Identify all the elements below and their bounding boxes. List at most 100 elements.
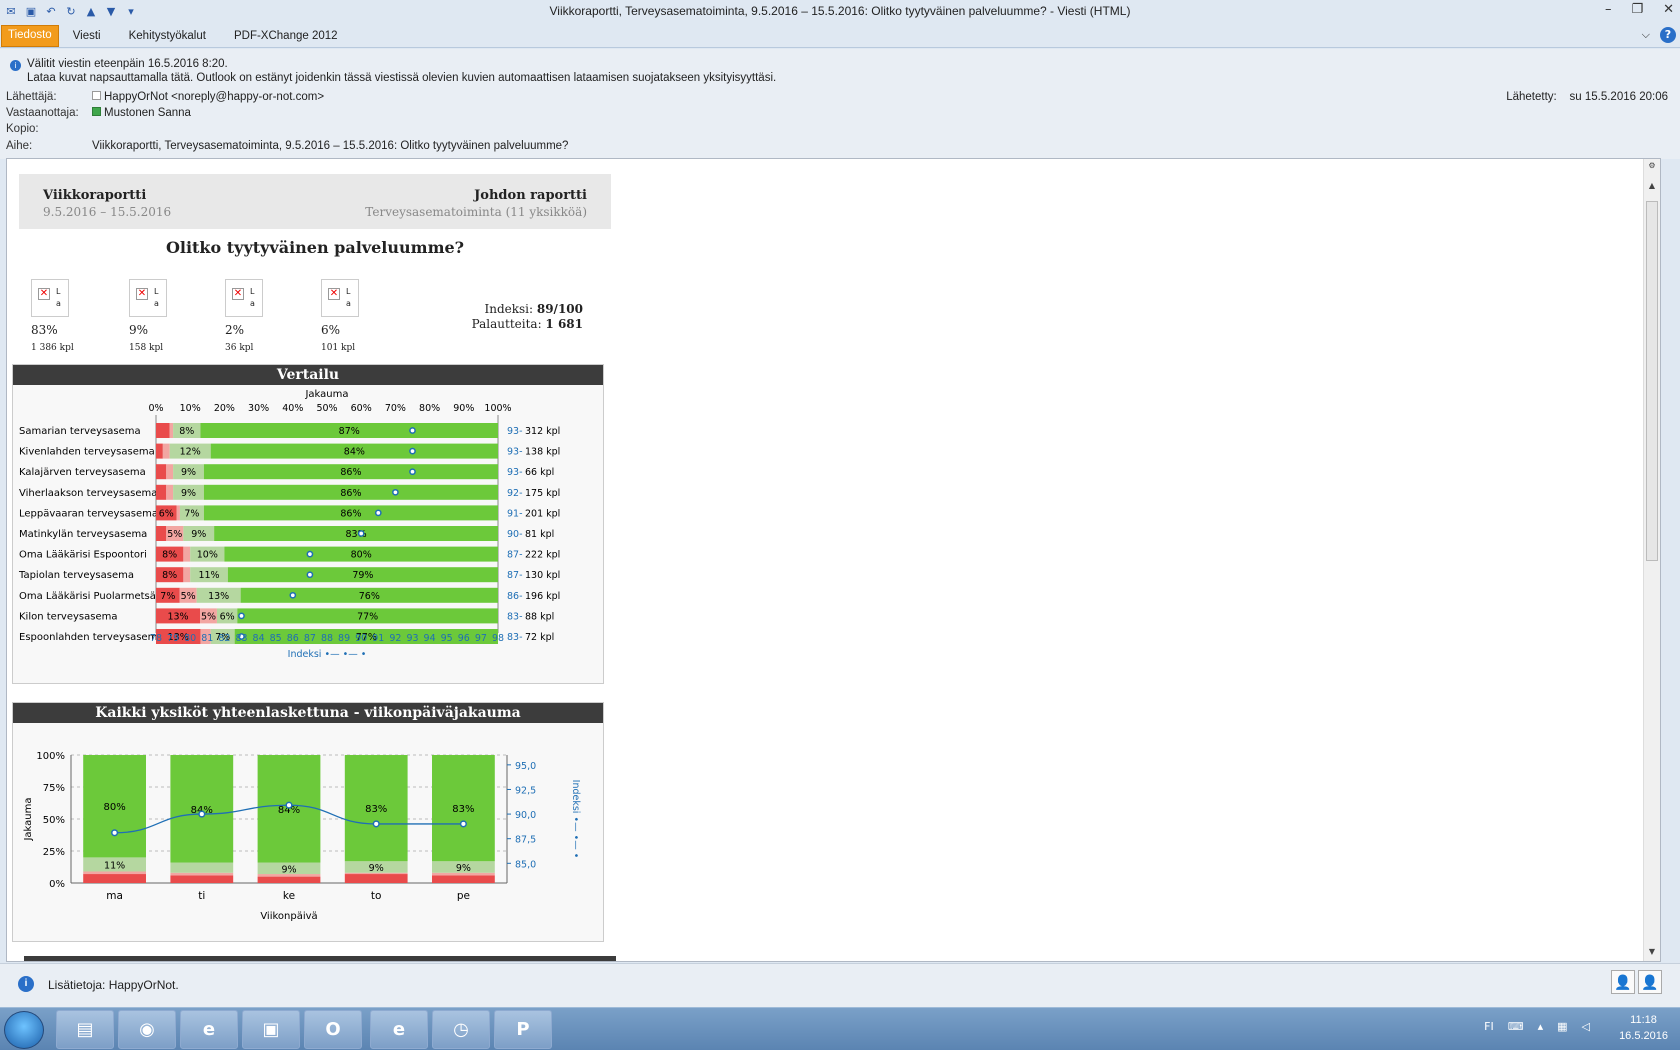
powerpoint-icon[interactable]: P — [494, 1010, 552, 1049]
sent-date: Lähetetty: su 15.5.2016 20:06 — [1506, 91, 1668, 103]
subject-value: Viikkoraportti, Terveysasematoiminta, 9.… — [92, 140, 569, 152]
broken-image-icon[interactable]: ✕ La — [129, 279, 167, 317]
data-label: 10% — [197, 550, 218, 561]
smiley-very-happy: ✕ La 83% 1 386 kpl — [31, 279, 74, 353]
data-label: 5% — [201, 611, 216, 622]
broken-image-icon[interactable]: ✕ La — [321, 279, 359, 317]
data-label: 9% — [181, 467, 196, 478]
count-label: 66 kpl — [525, 467, 554, 478]
y2-tick-label: 92,5 — [515, 785, 536, 796]
comparison-chart: Jakauma 0% 10% 20% 30% 40% 50% 60% 70% 80% 90% 100%… — [18, 389, 560, 660]
section-title: Vertailu — [13, 365, 603, 385]
index-point — [372, 820, 380, 828]
data-label: 86% — [340, 467, 361, 478]
column-segment-light — [170, 862, 234, 873]
info-bar[interactable]: i Välitit viestin eteenpäin 16.5.2016 8:2… — [10, 57, 776, 85]
y-tick-label: 25% — [43, 847, 65, 858]
tab-pdf-xchange[interactable]: PDF-XChange 2012 — [220, 27, 352, 47]
x-tick-label: 70% — [385, 403, 406, 414]
row-label: Kilon terveysasema — [19, 611, 118, 622]
keyboard-icon[interactable]: ⌨ — [1508, 1020, 1524, 1033]
column-segment-red — [344, 874, 408, 883]
row-label: Tapiolan terveysasema — [18, 570, 134, 581]
data-label: 80% — [103, 802, 125, 813]
column-segment-red — [83, 874, 146, 883]
to-label: Vastaanottaja: — [6, 107, 79, 119]
data-label: 80% — [351, 550, 372, 561]
close-button[interactable]: ✕ — [1663, 2, 1674, 17]
internet-explorer-icon[interactable]: e — [180, 1010, 238, 1049]
show-hidden-icons-icon[interactable]: ▴ — [1538, 1020, 1544, 1033]
row-label: Oma Lääkärisi Espoontori — [19, 550, 147, 561]
count-label: 222 kpl — [525, 550, 560, 561]
x-tick-label: pe — [457, 890, 470, 902]
index-value: 93- — [507, 426, 523, 437]
data-label: 9% — [369, 863, 384, 874]
language-indicator[interactable]: FI — [1484, 1020, 1494, 1033]
bar-segment-pink — [162, 443, 170, 459]
data-label: 87% — [339, 426, 360, 437]
bar-segment-pink — [169, 423, 174, 438]
download-images-notice[interactable]: Lataa kuvat napsauttamalla tätä. Outlook… — [10, 71, 776, 85]
data-label: 84% — [344, 447, 365, 458]
ribbon-collapse-icon[interactable]: ⌵ — [1642, 28, 1650, 42]
explorer-icon[interactable]: ▤ — [56, 1010, 114, 1049]
data-label: 13% — [167, 611, 188, 622]
weekday-section: Kaikki yksiköt yhteenlaskettuna - viikon… — [12, 702, 604, 942]
message-body[interactable]: Viikkoraportti 9.5.2016 – 15.5.2016 Johd… — [6, 158, 1661, 962]
vertical-scrollbar[interactable]: ⚙ ▲ ▼ — [1643, 159, 1660, 961]
contact-avatar-icon[interactable]: 👤 — [1638, 970, 1662, 994]
message-header: i Välitit viestin eteenpäin 16.5.2016 8:2… — [0, 49, 1680, 159]
app-icon[interactable]: ▣ — [242, 1010, 300, 1049]
network-icon[interactable]: ▦ — [1557, 1020, 1567, 1033]
count-label: 201 kpl — [525, 508, 560, 519]
scroll-up-icon[interactable]: ▲ — [1646, 181, 1658, 193]
tab-developer[interactable]: Kehitystyökalut — [115, 27, 220, 47]
data-label: 6% — [159, 508, 174, 519]
broken-image-icon[interactable]: ✕ La — [225, 279, 263, 317]
y2-tick-label: 95,0 — [515, 761, 536, 772]
data-label: 5% — [181, 591, 196, 602]
data-label: 8% — [179, 426, 194, 437]
report-scope: Terveysasematoiminta (11 yksikköä) — [365, 205, 587, 219]
volume-muted-icon[interactable]: ◁ — [1582, 1020, 1590, 1033]
scroll-down-icon[interactable]: ▼ — [1646, 947, 1658, 959]
chrome-icon[interactable]: ◉ — [118, 1010, 176, 1049]
clock[interactable]: 11:18 16.5.2016 — [1619, 1012, 1668, 1044]
count-label: 138 kpl — [525, 447, 560, 458]
index-point — [198, 810, 206, 818]
tab-message[interactable]: Viesti — [59, 27, 115, 47]
scroll-settings-icon[interactable]: ⚙ — [1646, 161, 1658, 173]
row-label: Matinkylän terveysasema — [19, 529, 147, 540]
help-icon[interactable]: ? — [1660, 27, 1676, 43]
start-button[interactable] — [4, 1011, 44, 1049]
minimize-button[interactable]: – — [1605, 2, 1612, 17]
people-info[interactable]: Lisätietoja: HappyOrNot. — [48, 978, 179, 992]
data-label: 11% — [104, 860, 125, 871]
row-label: Espoonlahden terveysasema — [19, 632, 163, 643]
people-pane-bar: i Lisätietoja: HappyOrNot. 👤 👤 — [0, 963, 1680, 1007]
app-e-icon[interactable]: e — [370, 1010, 428, 1049]
x-axis-title: Viikonpäivä — [260, 911, 317, 922]
index-value: 87- — [507, 570, 523, 581]
clock-icon[interactable]: ◷ — [432, 1010, 490, 1049]
smiley-count: 1 386 kpl — [31, 343, 74, 353]
broken-image-icon[interactable]: ✕ La — [31, 279, 69, 317]
row-label: Viherlaakson terveysasema — [19, 488, 157, 499]
index-tick-label: 87 — [304, 633, 316, 644]
from-value[interactable]: HappyOrNot <noreply@happy-or-not.com> — [104, 91, 324, 103]
bar-segment-red — [156, 423, 170, 438]
contact-avatar-icon[interactable]: 👤 — [1611, 970, 1635, 994]
restore-button[interactable]: ❐ — [1631, 2, 1643, 17]
y-tick-label: 0% — [49, 879, 65, 890]
report-header: Viikkoraportti 9.5.2016 – 15.5.2016 Johd… — [19, 174, 611, 229]
index-tick-label: 82 — [218, 633, 230, 644]
index-point — [289, 591, 297, 599]
y2-axis-title: Indeksi •— •— • — [570, 780, 581, 859]
outlook-icon[interactable]: O — [304, 1010, 362, 1049]
scroll-thumb[interactable] — [1646, 201, 1658, 561]
x-tick-label: to — [371, 890, 382, 902]
smiley-count: 36 kpl — [225, 343, 254, 353]
tab-file[interactable]: Tiedosto — [1, 25, 59, 47]
to-value[interactable]: Mustonen Sanna — [104, 107, 191, 119]
